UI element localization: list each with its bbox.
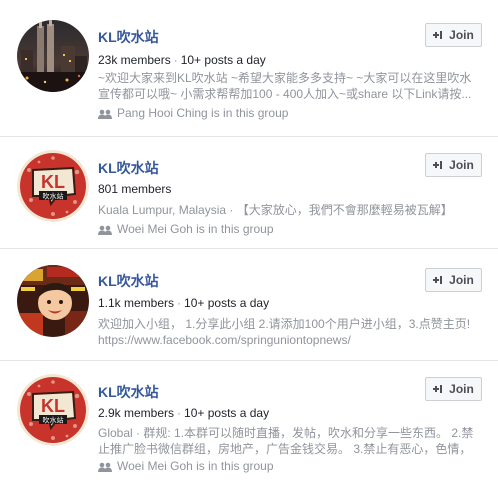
- friend-text: Pang Hooi Ching is in this group: [117, 106, 289, 120]
- post-activity: 10+ posts a day: [180, 53, 266, 67]
- friend-text: Woei Mei Goh is in this group: [117, 459, 274, 473]
- member-count: 1.1k members: [98, 296, 175, 310]
- join-label: Join: [449, 382, 474, 396]
- group-result-3: KL吹水站 1.1k members · 10+ posts a day 欢迎加入小…: [0, 249, 498, 361]
- join-button[interactable]: Join: [425, 153, 482, 177]
- friend-in-group: Woei Mei Goh is in this group: [98, 459, 274, 473]
- join-plus-icon: [433, 384, 445, 394]
- post-activity: 10+ posts a day: [184, 406, 270, 420]
- friends-icon: [98, 108, 112, 119]
- join-label: Join: [449, 28, 474, 42]
- group-avatar-logo[interactable]: KL 吹水站: [17, 150, 89, 222]
- logo-sub-text: 吹水站: [43, 416, 64, 425]
- join-label: Join: [449, 273, 474, 287]
- friend-text: Woei Mei Goh is in this group: [117, 222, 274, 236]
- group-avatar-city[interactable]: [17, 20, 89, 92]
- group-description: 欢迎加入小组， 1.分享此小组 2.请添加100个用户进小组，3.点赞主页! h…: [98, 317, 471, 347]
- join-button[interactable]: Join: [425, 377, 482, 401]
- group-stats: 23k members · 10+ posts a day: [98, 53, 266, 67]
- logo-kl-text: KL: [41, 172, 65, 192]
- join-button[interactable]: Join: [425, 268, 482, 292]
- group-description: Kuala Lumpur, Malaysia · 【大家放心，我們不會那麼輕易被…: [98, 203, 453, 217]
- group-name[interactable]: KL吹水站: [98, 382, 159, 402]
- group-name[interactable]: KL吹水站: [98, 158, 159, 178]
- separator: ·: [177, 296, 182, 310]
- friend-in-group: Pang Hooi Ching is in this group: [98, 106, 288, 120]
- friends-icon: [98, 224, 112, 235]
- group-description: ~欢迎大家来到KL吹水站 ~希望大家能多多支持~ ~大家可以在这里吹水 宣传都可…: [98, 71, 472, 101]
- post-activity: 10+ posts a day: [184, 296, 270, 310]
- logo-sub-text: 吹水站: [43, 192, 64, 201]
- group-search-results: KL吹水站 23k members · 10+ posts a day ~欢迎大家来…: [0, 0, 498, 489]
- group-avatar-child[interactable]: [17, 265, 89, 337]
- group-name[interactable]: KL吹水站: [98, 27, 159, 47]
- member-count: 2.9k members: [98, 406, 175, 420]
- group-avatar-logo[interactable]: KL 吹水站: [17, 374, 89, 446]
- logo-kl-text: KL: [41, 396, 65, 416]
- group-result-1: KL吹水站 23k members · 10+ posts a day ~欢迎大家来…: [0, 0, 498, 137]
- separator: ·: [173, 53, 178, 67]
- member-count: 23k members: [98, 53, 171, 67]
- friend-in-group: Woei Mei Goh is in this group: [98, 222, 274, 236]
- join-label: Join: [449, 158, 474, 172]
- group-name[interactable]: KL吹水站: [98, 271, 159, 291]
- friends-icon: [98, 461, 112, 472]
- member-count: 801 members: [98, 182, 172, 196]
- join-button[interactable]: Join: [425, 23, 482, 47]
- separator: ·: [177, 406, 182, 420]
- group-result-2: KL 吹水站 KL吹水站 801 members Kuala Lumpur, M…: [0, 137, 498, 249]
- group-stats: 2.9k members · 10+ posts a day: [98, 406, 269, 420]
- group-stats: 1.1k members · 10+ posts a day: [98, 296, 269, 310]
- group-result-4: KL 吹水站 KL吹水站 2.9k members · 10+ posts a da…: [0, 361, 498, 489]
- group-stats: 801 members: [98, 182, 171, 196]
- join-plus-icon: [433, 30, 445, 40]
- join-plus-icon: [433, 275, 445, 285]
- group-description: Global · 群规: 1.本群可以随时直播，发帖，吹水和分享一些东西。 2.…: [98, 426, 474, 456]
- join-plus-icon: [433, 160, 445, 170]
